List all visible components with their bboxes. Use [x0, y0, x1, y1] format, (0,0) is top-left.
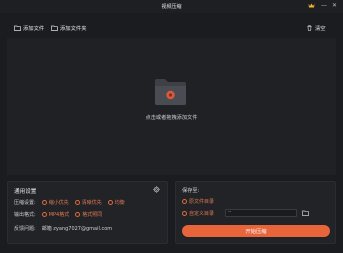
gear-icon[interactable]	[153, 186, 160, 193]
video-folder-icon[interactable]	[154, 78, 187, 106]
save-option-original[interactable]: 原文件目录	[182, 198, 214, 205]
save-path-input[interactable]: --	[225, 209, 297, 217]
compress-settings-row: 压缩设置: 缩小优先 清晰优先 均衡	[14, 199, 131, 206]
format-option-same[interactable]: 格式照同	[75, 211, 102, 218]
folder-icon	[14, 25, 21, 31]
radio-icon[interactable]	[107, 200, 113, 205]
format-label: 输出格式:	[14, 212, 36, 218]
compress-option-size[interactable]: 缩小优先	[41, 199, 69, 206]
window-title: 视频压缩	[161, 4, 182, 10]
radio-icon[interactable]	[41, 212, 47, 217]
save-to-label: 保存至:	[182, 188, 200, 194]
settings-title: 通用设置	[14, 189, 37, 195]
clear-label: 清空	[315, 26, 326, 32]
compress-option-balanced[interactable]: 均衡	[107, 199, 125, 206]
radio-icon[interactable]	[182, 199, 187, 204]
radio-icon[interactable]	[41, 200, 47, 205]
crown-icon[interactable]	[308, 3, 315, 8]
radio-icon[interactable]	[182, 211, 187, 216]
folder-icon	[51, 25, 58, 31]
add-file-button[interactable]: 添加文件	[14, 22, 44, 34]
radio-icon[interactable]	[74, 200, 80, 205]
add-folder-label: 添加文件夹	[60, 26, 87, 32]
drop-hint-text: 点击或者拖拽添加文件	[145, 115, 198, 121]
file-drop-zone[interactable]	[7, 38, 336, 175]
browse-folder-icon[interactable]	[302, 210, 309, 216]
close-button[interactable]: ✕	[332, 2, 337, 9]
add-file-label: 添加文件	[23, 26, 45, 32]
trash-icon	[307, 25, 312, 31]
compress-option-quality[interactable]: 清晰优先	[74, 199, 102, 206]
format-option-mp4[interactable]: MP4格式	[41, 211, 69, 218]
output-format-row: 输出格式: MP4格式 格式照同	[14, 211, 108, 218]
feedback-label: 反馈问题:	[14, 226, 36, 232]
general-settings-panel: 通用设置 压缩设置: 缩小优先 清晰优先 均衡 输出格式: MP4格式 格式照同	[7, 181, 168, 244]
toolbar: 添加文件 添加文件夹 清空	[0, 22, 343, 34]
save-panel: 保存至: 原文件目录 自定义目录 -- 开始压缩	[175, 181, 336, 244]
feedback-row: 反馈问题: 邮箱 zyang7027@gmail.com	[14, 225, 112, 232]
save-option-custom[interactable]: 自定义目录	[182, 210, 214, 217]
start-compress-button[interactable]: 开始压缩	[182, 225, 330, 237]
minimize-button[interactable]: —	[321, 2, 327, 9]
compress-label: 压缩设置:	[14, 200, 36, 206]
add-folder-button[interactable]: 添加文件夹	[51, 22, 87, 34]
radio-icon[interactable]	[75, 212, 81, 217]
feedback-email[interactable]: 邮箱 zyang7027@gmail.com	[42, 225, 112, 232]
clear-button[interactable]: 清空	[306, 22, 326, 34]
